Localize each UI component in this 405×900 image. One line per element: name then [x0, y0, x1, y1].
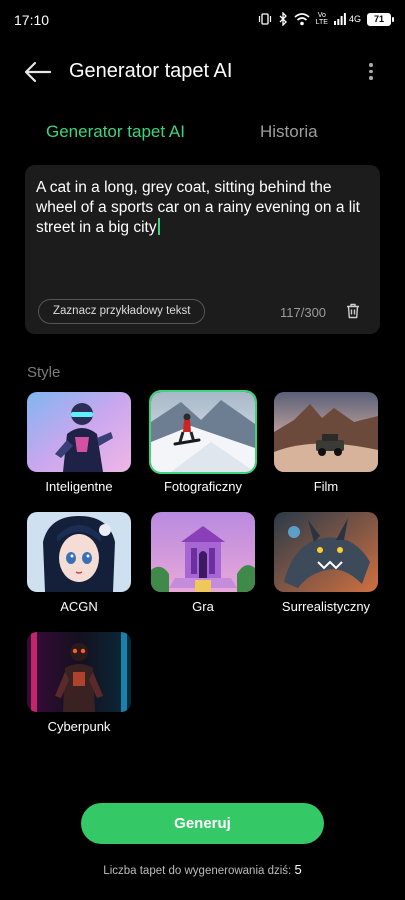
- temple-thumbnail: [151, 512, 255, 592]
- signal-icon: [333, 13, 346, 25]
- status-icons: Vo LTE 4G 71: [258, 11, 394, 27]
- style-name: Inteligentne: [45, 479, 113, 494]
- style-item-cyberpunk[interactable]: Cyberpunk: [27, 632, 131, 734]
- more-options-icon[interactable]: [367, 60, 375, 84]
- prompt-card: A cat in a long, grey coat, sitting behi…: [25, 165, 380, 334]
- tab-history[interactable]: Historia: [260, 122, 318, 142]
- robot-thumbnail: [27, 392, 131, 472]
- quota-label: Liczba tapet do wygenerowania dziś:: [103, 865, 292, 877]
- dragon-thumbnail: [274, 512, 378, 592]
- battery-icon: 71: [367, 12, 394, 26]
- jeep-desert-thumbnail: [274, 392, 378, 472]
- bluetooth-icon: [279, 12, 287, 26]
- style-name: Cyberpunk: [47, 719, 111, 734]
- style-item-game[interactable]: Gra: [151, 512, 255, 614]
- back-arrow-icon[interactable]: [22, 60, 52, 84]
- style-name: Film: [313, 479, 339, 494]
- generate-button[interactable]: Generuj: [81, 803, 324, 844]
- style-item-photographic[interactable]: Fotograficzny: [149, 390, 257, 494]
- style-name: Fotograficzny: [163, 479, 243, 494]
- style-item-intelligent[interactable]: Inteligentne: [27, 392, 131, 494]
- vibrate-icon: [258, 13, 271, 25]
- quota-text: Liczba tapet do wygenerowania dziś: 5: [0, 862, 405, 877]
- tab-bar: Generator tapet AI Historia: [0, 122, 405, 150]
- battery-level: 71: [368, 13, 390, 25]
- cyber-figure-thumbnail: [27, 632, 131, 712]
- anime-girl-thumbnail: [27, 512, 131, 592]
- status-time: 17:10: [14, 12, 50, 28]
- style-item-acgn[interactable]: ACGN: [27, 512, 131, 614]
- trash-icon[interactable]: [346, 303, 360, 319]
- style-name: Surrealistyczny: [281, 599, 371, 614]
- prompt-input[interactable]: A cat in a long, grey coat, sitting behi…: [36, 178, 366, 238]
- sample-text-button[interactable]: Zaznacz przykładowy tekst: [38, 299, 206, 324]
- style-item-film[interactable]: Film: [274, 392, 378, 494]
- tab-generator[interactable]: Generator tapet AI: [46, 122, 185, 142]
- app-header: Generator tapet AI: [0, 50, 405, 96]
- snowboarder-thumbnail: [149, 390, 257, 474]
- styles-label: Style: [27, 364, 61, 381]
- page-title: Generator tapet AI: [69, 60, 233, 82]
- network-type: 4G: [348, 14, 361, 24]
- volte-indicator: Vo LTE: [315, 12, 328, 26]
- character-counter: 117/300: [280, 305, 327, 320]
- prompt-text: A cat in a long, grey coat, sitting behi…: [36, 179, 360, 236]
- status-bar: 17:10 Vo LTE 4G 71: [0, 0, 405, 40]
- quota-value: 5: [294, 862, 302, 877]
- style-name: Gra: [192, 599, 214, 614]
- text-cursor: [157, 218, 160, 235]
- style-item-surreal[interactable]: Surrealistyczny: [274, 512, 378, 614]
- wifi-icon: [294, 12, 310, 25]
- style-name: ACGN: [60, 599, 98, 614]
